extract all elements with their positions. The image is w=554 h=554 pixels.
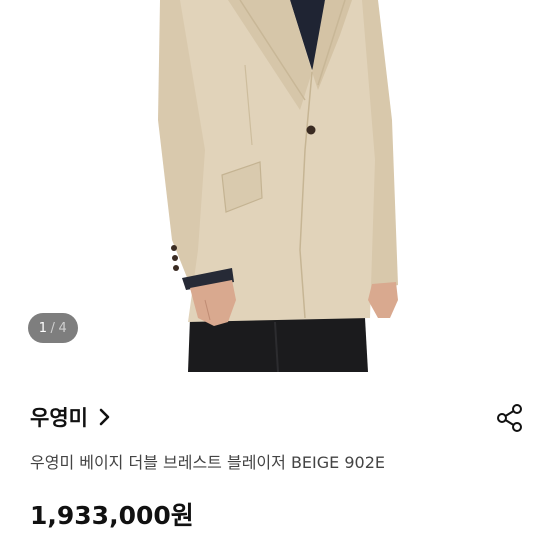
share-button[interactable] xyxy=(494,402,526,434)
shop-link[interactable]: 우영미 xyxy=(30,401,112,433)
shop-name[interactable]: 우영미 xyxy=(30,402,88,432)
product-photo-illustration xyxy=(158,0,398,372)
image-page-indicator: 1 / 4 xyxy=(28,313,78,343)
total-pages: 4 xyxy=(58,320,68,336)
current-page: 1 xyxy=(38,320,48,336)
chevron-right-icon xyxy=(98,408,112,426)
product-title: 우영미 베이지 더블 브레스트 블레이저 BEIGE 902E xyxy=(30,453,385,472)
page-separator: / xyxy=(50,320,56,336)
share-icon xyxy=(497,404,522,432)
product-price: 1,933,000원 xyxy=(30,501,194,530)
product-image[interactable]: 1 / 4 xyxy=(0,0,554,372)
